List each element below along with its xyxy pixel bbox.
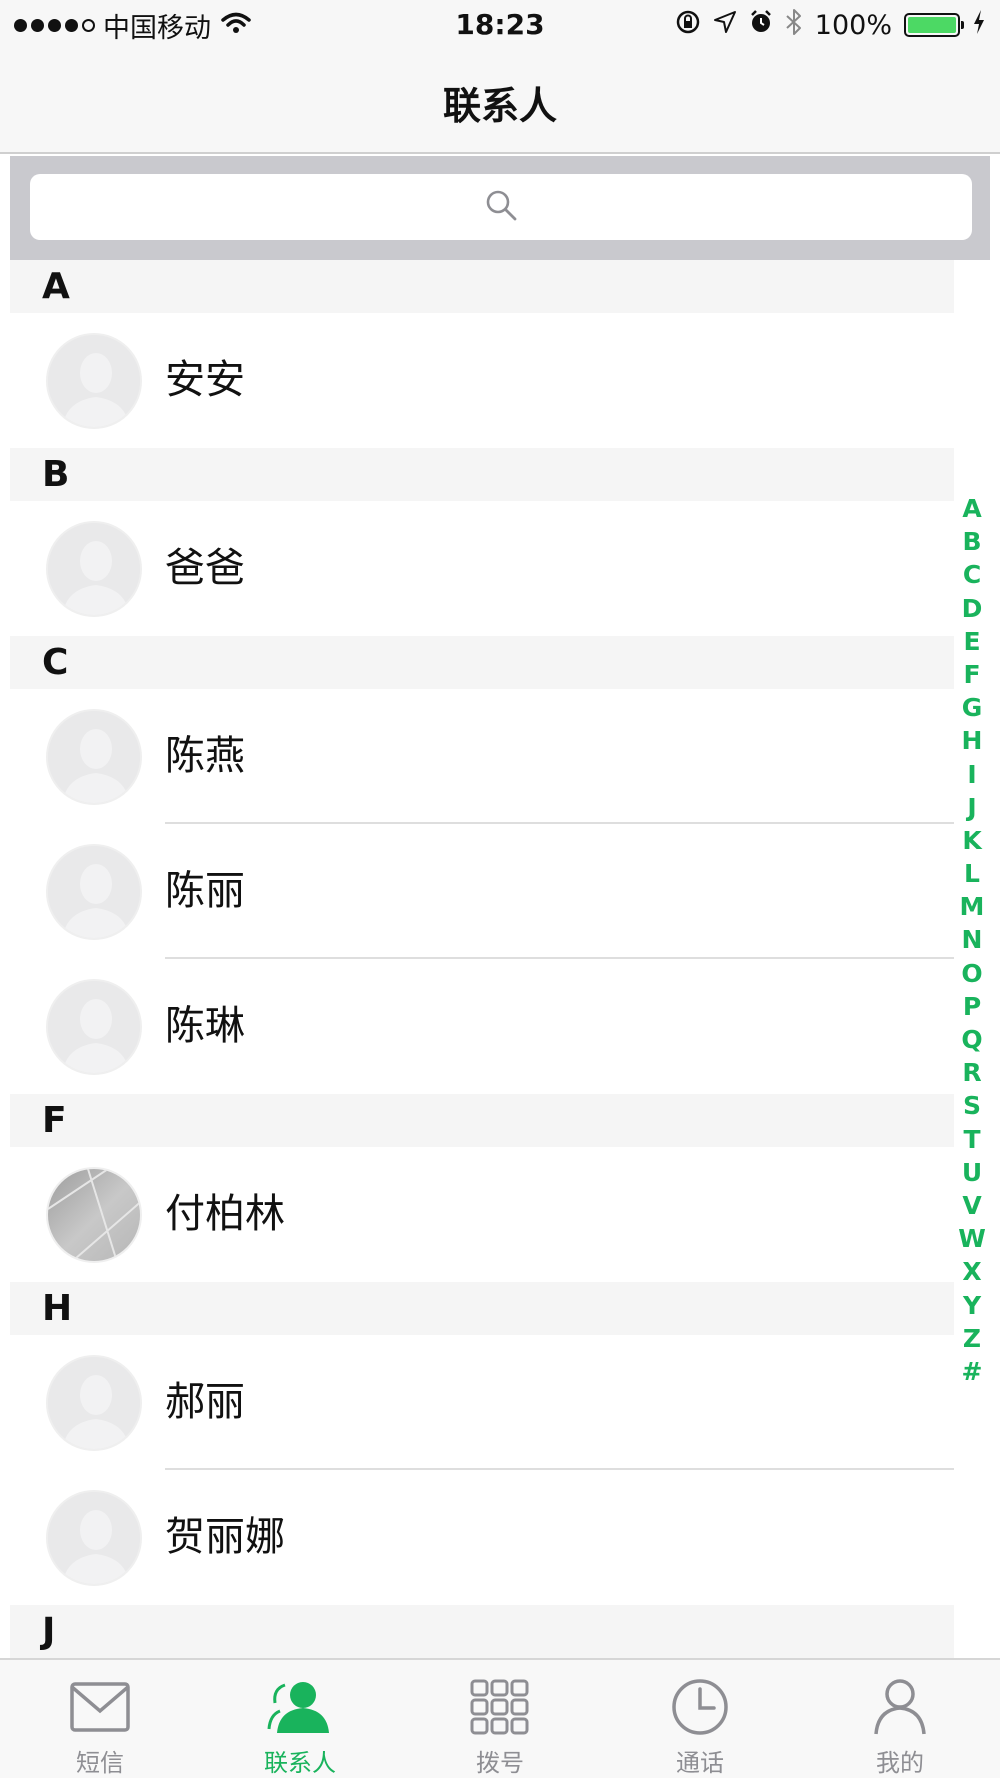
section-header: C: [10, 636, 954, 689]
battery-icon: [904, 13, 964, 37]
index-letter[interactable]: S: [963, 1089, 981, 1122]
tab-clock[interactable]: 通话: [600, 1660, 800, 1778]
contact-row[interactable]: 贺丽娜: [10, 1470, 954, 1605]
index-letter[interactable]: L: [964, 857, 980, 890]
envelope-icon: [69, 1676, 131, 1737]
index-letter[interactable]: P: [963, 990, 981, 1023]
bluetooth-icon: [785, 8, 803, 43]
index-letter[interactable]: K: [962, 824, 981, 857]
search-input[interactable]: [30, 174, 972, 240]
index-letter[interactable]: I: [967, 758, 976, 791]
index-letter[interactable]: N: [962, 923, 983, 956]
contact-list[interactable]: A 安安 B 爸爸 C 陈燕陈丽陈琳 F 付柏林 H 郝丽贺丽娜 J: [10, 260, 954, 1658]
contact-row[interactable]: 陈琳: [10, 959, 954, 1094]
index-letter[interactable]: M: [960, 890, 985, 923]
dialpad-icon: [470, 1676, 530, 1737]
status-bar: 中国移动 18:23 100%: [0, 0, 1000, 50]
index-letter[interactable]: Y: [963, 1289, 981, 1322]
page-title: 联系人: [442, 84, 557, 128]
contact-name: 付柏林: [165, 1191, 285, 1237]
clock-icon: [670, 1676, 730, 1737]
contact-name: 郝丽: [165, 1379, 245, 1425]
contact-name: 陈燕: [165, 733, 245, 779]
avatar-placeholder-icon: [46, 521, 142, 617]
index-letter[interactable]: U: [962, 1156, 982, 1189]
tab-label: 拨号: [476, 1749, 524, 1777]
battery-percent: 100%: [814, 9, 892, 41]
index-letter[interactable]: E: [963, 625, 980, 658]
contact-name: 爸爸: [165, 545, 245, 591]
search-icon: [484, 188, 518, 226]
index-letter[interactable]: G: [962, 691, 983, 724]
index-letter[interactable]: O: [961, 957, 982, 990]
status-right: 100%: [675, 8, 986, 42]
tab-label: 短信: [76, 1749, 124, 1777]
contact-name: 安安: [165, 357, 245, 403]
tab-label: 联系人: [264, 1749, 336, 1777]
section-header: A: [10, 260, 954, 313]
tab-bar: 短信 联系人 拨号 通话 我的: [0, 1658, 1000, 1778]
tab-envelope[interactable]: 短信: [0, 1660, 200, 1778]
contact-photo-avatar: [46, 1167, 142, 1263]
tab-contacts[interactable]: 联系人: [200, 1660, 400, 1778]
index-letter[interactable]: J: [967, 791, 976, 824]
alphabet-index[interactable]: A B C D E F G H I J K L M N O P Q R S T U V W X Y Z #: [956, 492, 988, 1388]
index-letter[interactable]: H: [962, 724, 983, 757]
navigation-bar: 联系人: [0, 50, 1000, 154]
contact-name: 陈琳: [165, 1003, 245, 1049]
index-letter[interactable]: F: [963, 658, 980, 691]
contact-row[interactable]: 爸爸: [10, 501, 954, 636]
contact-name: 贺丽娜: [165, 1514, 285, 1560]
avatar-placeholder-icon: [46, 844, 142, 940]
index-letter[interactable]: Z: [963, 1322, 981, 1355]
section-header: H: [10, 1282, 954, 1335]
index-letter[interactable]: X: [962, 1255, 981, 1288]
tab-profile[interactable]: 我的: [800, 1660, 1000, 1778]
avatar-placeholder-icon: [46, 1355, 142, 1451]
contact-name: 陈丽: [165, 868, 245, 914]
avatar-placeholder-icon: [46, 979, 142, 1075]
contact-row[interactable]: 付柏林: [10, 1147, 954, 1282]
index-letter[interactable]: V: [962, 1189, 981, 1222]
index-letter[interactable]: R: [962, 1056, 981, 1089]
contact-row[interactable]: 郝丽: [10, 1335, 954, 1470]
orientation-lock-icon: [675, 9, 701, 42]
contacts-icon: [267, 1676, 333, 1737]
index-letter[interactable]: #: [962, 1355, 983, 1388]
section-header: B: [10, 448, 954, 501]
index-letter[interactable]: Q: [961, 1023, 982, 1056]
alarm-icon: [749, 9, 773, 41]
index-letter[interactable]: W: [958, 1222, 986, 1255]
location-icon: [713, 10, 737, 41]
section-header: J: [10, 1605, 954, 1658]
contact-row[interactable]: 陈丽: [10, 824, 954, 959]
section-header: F: [10, 1094, 954, 1147]
index-letter[interactable]: C: [963, 558, 981, 591]
index-letter[interactable]: B: [962, 525, 981, 558]
contact-row[interactable]: 安安: [10, 313, 954, 448]
profile-icon: [872, 1676, 928, 1737]
tab-label: 通话: [676, 1749, 724, 1777]
index-letter[interactable]: D: [962, 592, 983, 625]
search-bar-container: [10, 156, 990, 260]
index-letter[interactable]: T: [963, 1123, 980, 1156]
avatar-placeholder-icon: [46, 333, 142, 429]
tab-label: 我的: [876, 1749, 924, 1777]
contact-row[interactable]: 陈燕: [10, 689, 954, 824]
index-letter[interactable]: A: [962, 492, 981, 525]
charging-bolt-icon: [972, 9, 986, 42]
avatar-placeholder-icon: [46, 1490, 142, 1586]
tab-dialpad[interactable]: 拨号: [400, 1660, 600, 1778]
avatar-placeholder-icon: [46, 709, 142, 805]
